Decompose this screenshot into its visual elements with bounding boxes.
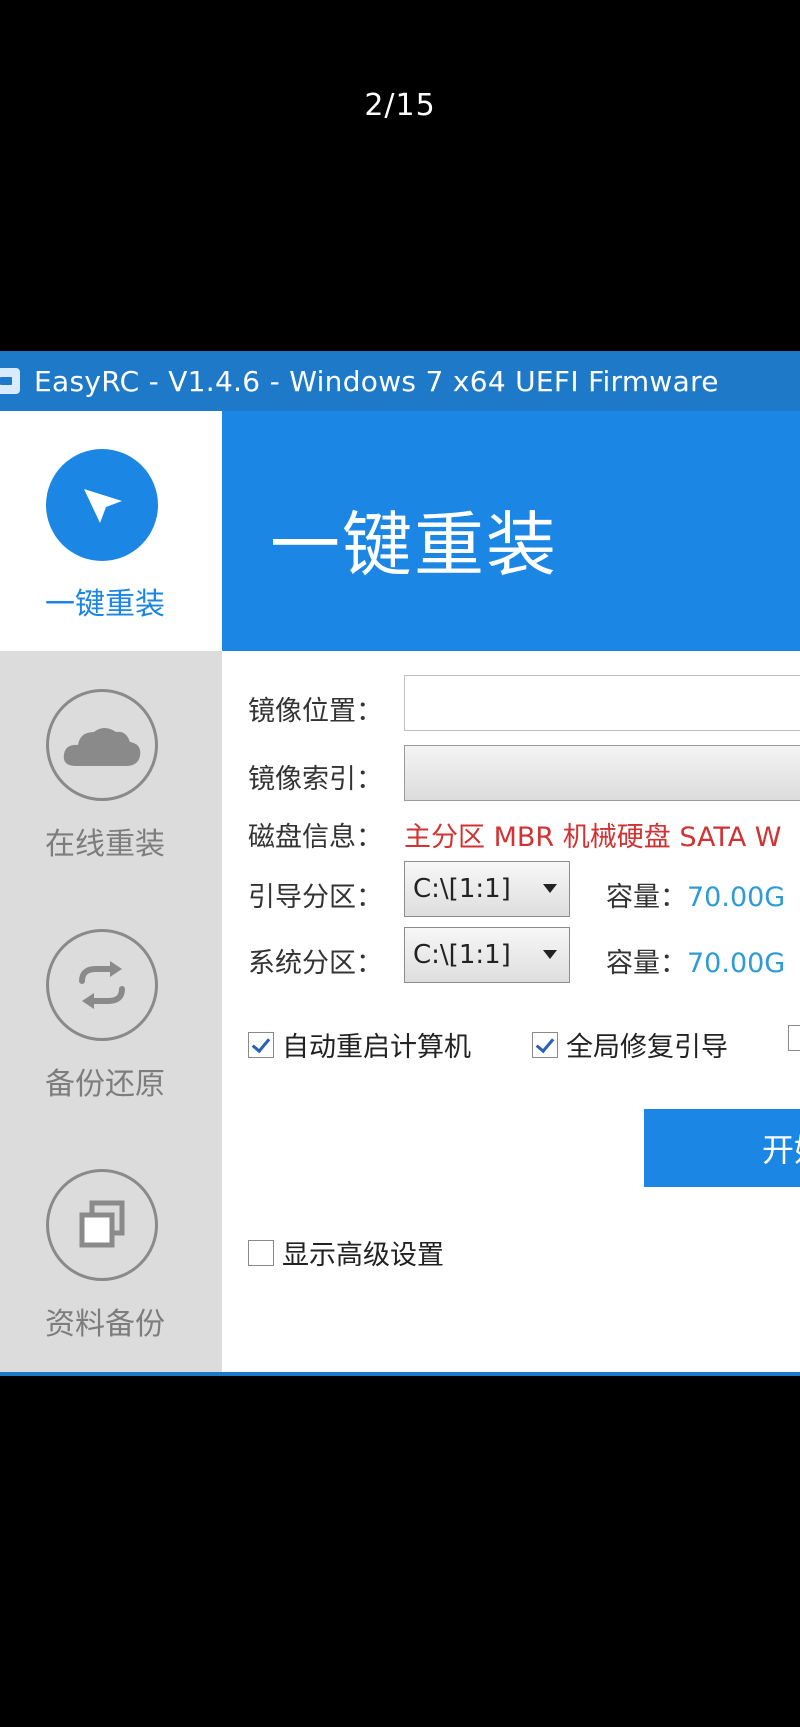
sidebar-item-data-backup[interactable]: 资料备份 <box>0 1131 222 1371</box>
boot-partition-select[interactable]: C:\[1:1] <box>404 861 570 917</box>
auto-restart-label: 自动重启计算机 <box>282 1032 471 1063</box>
page-title: 一键重装 <box>270 504 558 586</box>
system-capacity-value: 70.00G <box>687 948 786 979</box>
boot-capacity-label: 容量： <box>606 882 687 913</box>
sidebar-item-online-reinstall[interactable]: 在线重装 <box>0 651 222 891</box>
start-button[interactable]: 开始 <box>644 1109 800 1187</box>
auto-restart-checkbox[interactable]: 自动重启计算机 <box>248 1025 471 1064</box>
system-partition-select[interactable]: C:\[1:1] <box>404 927 570 983</box>
sidebar-item-label: 备份还原 <box>45 1067 165 1102</box>
sync-arrows-icon <box>46 929 158 1041</box>
boot-partition-label: 引导分区： <box>248 882 383 913</box>
disk-info-label: 磁盘信息： <box>248 822 383 853</box>
boot-capacity: 容量：70.00G <box>606 875 785 914</box>
checkbox-checked-icon <box>248 1031 274 1058</box>
sidebar-item-one-key-reinstall[interactable]: 一键重装 <box>0 411 222 651</box>
global-repair-boot-checkbox[interactable]: 全局修复引导 <box>532 1025 728 1064</box>
image-location-label: 镜像位置： <box>248 696 383 727</box>
extra-option-checkbox[interactable] <box>788 1025 800 1051</box>
show-advanced-label: 显示高级设置 <box>282 1240 444 1271</box>
header-banner: 一键重装 <box>222 411 800 651</box>
system-capacity-label: 容量： <box>606 948 687 979</box>
main-content: 镜像位置： 镜像索引： 磁盘信息： 主分区 MBR 机械硬盘 SATA W 引导… <box>222 651 800 1376</box>
sidebar: 一键重装 在线重装 备份还原 资料备份 <box>0 411 222 1376</box>
cloud-icon <box>46 689 158 801</box>
title-bar: EasyRC - V1.4.6 - Windows 7 x64 UEFI Fir… <box>0 351 800 411</box>
image-index-label: 镜像索引： <box>248 764 383 795</box>
app-icon <box>0 368 20 394</box>
checkbox-unchecked-icon <box>248 1239 274 1266</box>
window-bottom-border <box>0 1372 800 1376</box>
page-counter: 2/15 <box>364 88 436 123</box>
app-window: EasyRC - V1.4.6 - Windows 7 x64 UEFI Fir… <box>0 351 800 1376</box>
chevron-down-icon <box>543 884 557 893</box>
boot-partition-value: C:\[1:1] <box>413 874 511 904</box>
cursor-arrow-icon <box>46 449 158 561</box>
system-partition-value: C:\[1:1] <box>413 940 511 970</box>
sidebar-item-backup-restore[interactable]: 备份还原 <box>0 891 222 1131</box>
sidebar-item-label: 在线重装 <box>45 827 165 862</box>
window-title: EasyRC - V1.4.6 - Windows 7 x64 UEFI Fir… <box>34 364 719 398</box>
checkbox-checked-icon <box>532 1031 558 1058</box>
checkbox-unchecked-icon <box>788 1025 800 1051</box>
image-index-select[interactable] <box>404 745 800 801</box>
system-partition-label: 系统分区： <box>248 948 383 979</box>
system-capacity: 容量：70.00G <box>606 941 785 980</box>
copy-squares-icon <box>46 1169 158 1281</box>
chevron-down-icon <box>543 950 557 959</box>
sidebar-item-label: 资料备份 <box>45 1307 165 1342</box>
boot-capacity-value: 70.00G <box>687 882 786 913</box>
image-location-input[interactable] <box>404 675 800 731</box>
disk-info-value: 主分区 MBR 机械硬盘 SATA W <box>404 822 782 853</box>
sidebar-item-label: 一键重装 <box>45 587 165 622</box>
show-advanced-checkbox[interactable]: 显示高级设置 <box>248 1233 444 1272</box>
global-repair-boot-label: 全局修复引导 <box>566 1032 728 1063</box>
